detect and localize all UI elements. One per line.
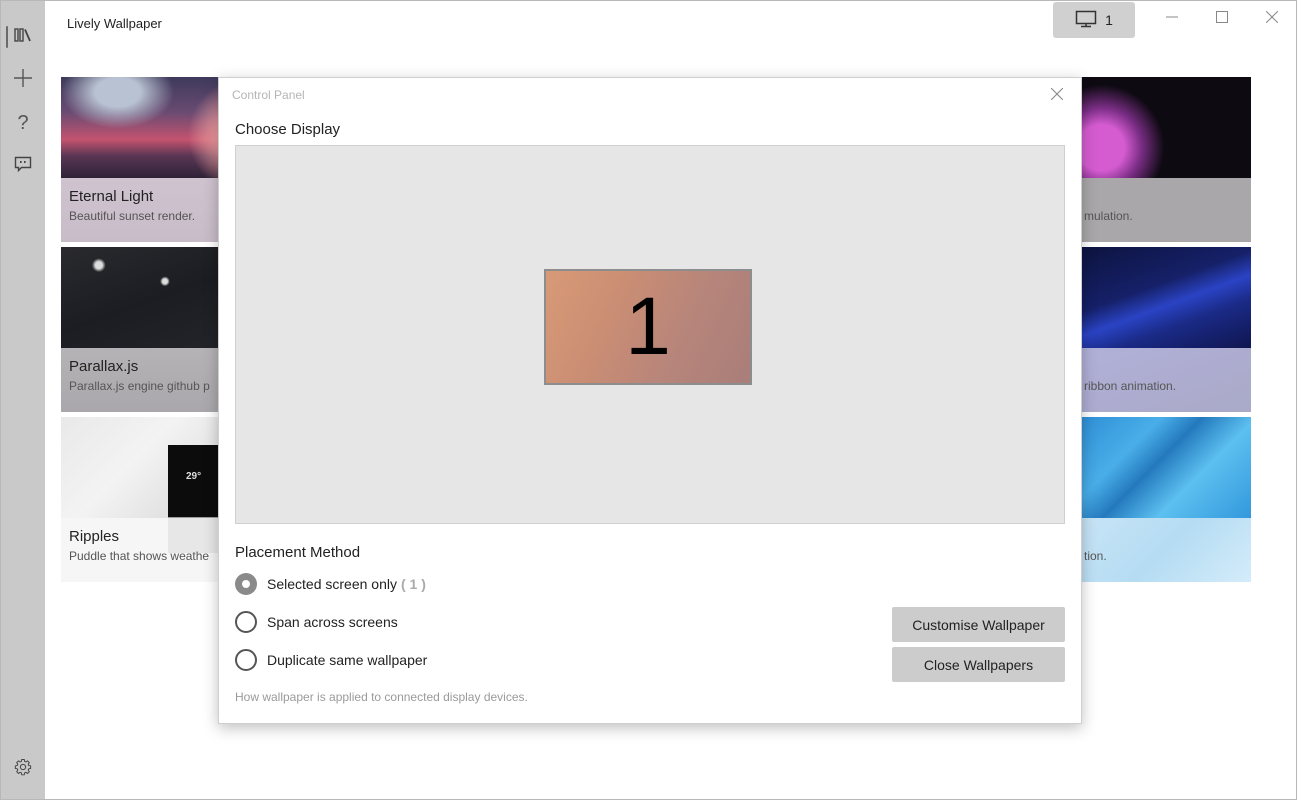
wallpaper-description: tion. [1084,549,1107,563]
library-icon [14,27,32,48]
radio-button[interactable] [235,611,257,633]
wallpaper-title: Eternal Light [69,188,154,205]
dialog-title: Control Panel [232,88,305,102]
maximize-icon [1216,10,1228,28]
display-selector-button[interactable]: 1 [1053,2,1135,38]
close-wallpapers-button[interactable]: Close Wallpapers [892,647,1065,682]
close-icon [1050,87,1064,105]
placement-method-label: Placement Method [235,544,361,561]
monitor-number: 1 [625,281,671,372]
sidebar-item-library[interactable] [1,17,45,57]
dialog-close-button[interactable] [1047,86,1067,106]
monitor-icon [1075,10,1097,31]
sidebar-item-feedback[interactable] [1,146,45,186]
wallpaper-thumbnail [1081,247,1251,348]
display-count: 1 [1105,12,1113,28]
help-icon: ? [17,111,29,134]
wallpaper-thumbnail [1081,77,1251,178]
radio-duplicate-wallpaper[interactable]: Duplicate same wallpaper [235,649,427,671]
minimize-button[interactable] [1157,7,1187,31]
sidebar-item-help[interactable]: ? [1,103,45,143]
radio-button[interactable] [235,649,257,671]
app-window: ? Lively Wallpaper 1 Eternal Light Beaut… [0,0,1297,800]
wallpaper-description: Puddle that shows weathe [69,549,210,563]
maximize-button[interactable] [1207,7,1237,31]
radio-span-screens[interactable]: Span across screens [235,611,398,633]
radio-selected-screen[interactable]: Selected screen only( 1 ) [235,573,426,595]
display-preview-area: 1 [235,145,1065,524]
wallpaper-description: mulation. [1084,209,1133,223]
wallpaper-card[interactable]: ribbon animation. [1081,247,1251,412]
wallpaper-description: Beautiful sunset render. [69,209,196,223]
close-icon [1265,10,1279,28]
minimize-icon [1166,10,1178,28]
radio-label: Span across screens [267,614,398,630]
plus-icon [13,68,33,93]
wallpaper-title: Ripples [69,528,120,545]
placement-hint: How wallpaper is applied to connected di… [235,690,528,704]
wallpaper-description: Parallax.js engine github p [69,379,210,393]
radio-button[interactable] [235,573,257,595]
wallpaper-description: ribbon animation. [1084,379,1177,393]
settings-button[interactable] [1,749,45,789]
wallpaper-card[interactable]: mulation. [1081,77,1251,242]
sidebar: ? [1,1,45,799]
wallpaper-title: Parallax.js [69,358,139,375]
choose-display-label: Choose Display [235,121,341,138]
screen-count: ( 1 ) [400,576,426,592]
sidebar-item-add[interactable] [1,60,45,100]
feedback-icon [14,155,32,178]
customise-wallpaper-button[interactable]: Customise Wallpaper [892,607,1065,642]
radio-label: Duplicate same wallpaper [267,652,428,668]
radio-label: Selected screen only( 1 ) [267,576,426,592]
gear-icon [14,758,32,781]
wallpaper-thumbnail [1081,417,1251,518]
monitor-tile[interactable]: 1 [544,269,752,385]
app-title: Lively Wallpaper [67,16,162,31]
control-panel-dialog: Control Panel Choose Display 1 Placement… [218,77,1082,724]
close-button[interactable] [1257,7,1287,31]
wallpaper-card[interactable]: tion. [1081,417,1251,582]
